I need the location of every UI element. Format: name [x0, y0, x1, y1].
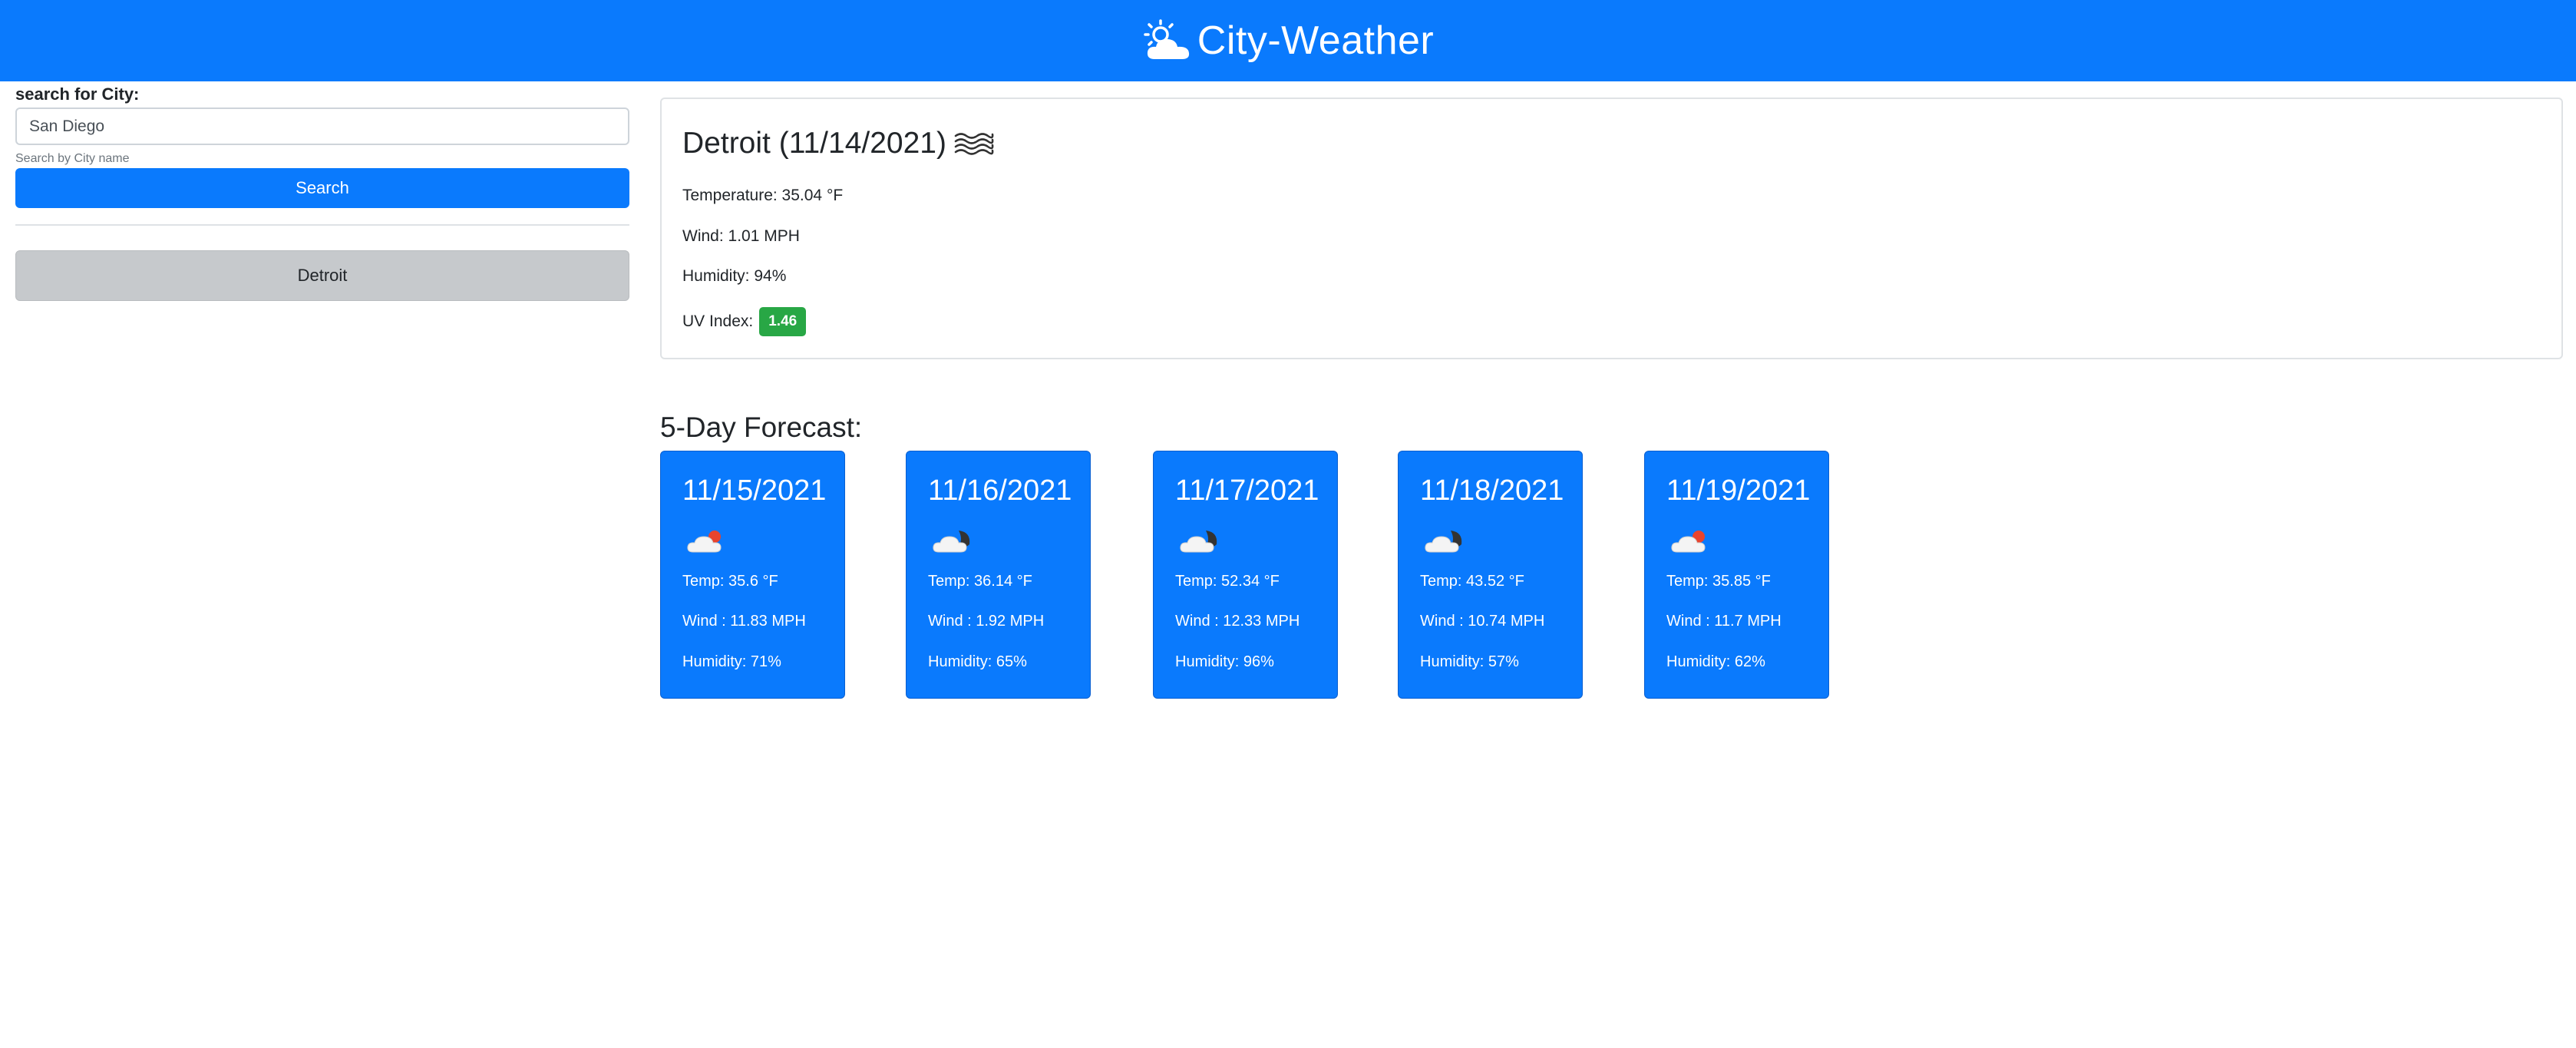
forecast-card: 11/17/2021 Temp: 52.34 °F Wind : 12.33 M… [1153, 451, 1338, 699]
sidebar-divider [15, 224, 629, 226]
cloud-sun-icon [1671, 531, 1706, 553]
forecast-temp: Temp: 35.6 °F [682, 573, 778, 590]
forecast-card: 11/15/2021 Temp: 35.6 °F Wind : 11.83 MP… [660, 451, 845, 699]
forecast-wind: Wind : 11.83 MPH [682, 613, 806, 630]
forecast-humidity: Humidity: 65% [928, 653, 1027, 670]
forecast-heading: 5-Day Forecast: [660, 412, 863, 443]
forecast-wind: Wind : 11.7 MPH [1666, 613, 1782, 630]
forecast-card: 11/18/2021 Temp: 43.52 °F Wind : 10.74 M… [1398, 451, 1583, 699]
search-help-text: Search by City name [15, 152, 130, 165]
current-city-title: Detroit (11/14/2021) [682, 127, 946, 160]
app-header: City-Weather [0, 0, 2576, 81]
app-title: City-Weather [1197, 18, 1435, 63]
cloud-sun-icon [687, 531, 722, 553]
forecast-humidity: Humidity: 62% [1666, 653, 1765, 670]
search-input[interactable] [15, 107, 629, 145]
current-wind: Wind: 1.01 MPH [682, 227, 800, 245]
forecast-temp: Temp: 52.34 °F [1175, 573, 1280, 590]
uv-index-badge: 1.46 [759, 307, 807, 336]
forecast-temp: Temp: 43.52 °F [1420, 573, 1524, 590]
cloud-moon-icon [1180, 531, 1217, 553]
header-brand: City-Weather [1142, 18, 1434, 64]
search-button[interactable]: Search [15, 168, 629, 208]
current-humidity: Humidity: 94% [682, 267, 787, 285]
forecast-wind: Wind : 10.74 MPH [1420, 613, 1545, 630]
forecast-humidity: Humidity: 71% [682, 653, 781, 670]
cloud-moon-icon [1425, 531, 1462, 553]
forecast-wind: Wind : 12.33 MPH [1175, 613, 1300, 630]
forecast-card: 11/16/2021 Temp: 36.14 °F Wind : 1.92 MP… [906, 451, 1091, 699]
forecast-card: 11/19/2021 Temp: 35.85 °F Wind : 11.7 MP… [1644, 451, 1829, 699]
current-weather-card: Detroit (11/14/2021) Temperature: 35.04 … [660, 98, 2563, 359]
forecast-date: 11/19/2021 [1666, 474, 1811, 507]
forecast-humidity: Humidity: 96% [1175, 653, 1274, 670]
current-temperature: Temperature: 35.04 °F [682, 187, 844, 204]
forecast-date: 11/17/2021 [1175, 474, 1319, 507]
mist-icon [954, 133, 994, 155]
cloud-moon-icon [933, 531, 970, 553]
history-city-button[interactable]: Detroit [15, 250, 629, 301]
uv-index-label: UV Index: [682, 312, 754, 330]
forecast-date: 11/18/2021 [1420, 474, 1564, 507]
forecast-wind: Wind : 1.92 MPH [928, 613, 1045, 630]
forecast-humidity: Humidity: 57% [1420, 653, 1519, 670]
uv-index-row: UV Index: 1.46 [682, 307, 807, 336]
forecast-temp: Temp: 36.14 °F [928, 573, 1032, 590]
forecast-date: 11/16/2021 [928, 474, 1072, 507]
sun-behind-cloud-icon [1144, 19, 1189, 59]
forecast-date: 11/15/2021 [682, 474, 827, 507]
current-title-row: Detroit (11/14/2021) [682, 127, 994, 160]
forecast-temp: Temp: 35.85 °F [1666, 573, 1771, 590]
search-label: search for City: [15, 84, 140, 104]
